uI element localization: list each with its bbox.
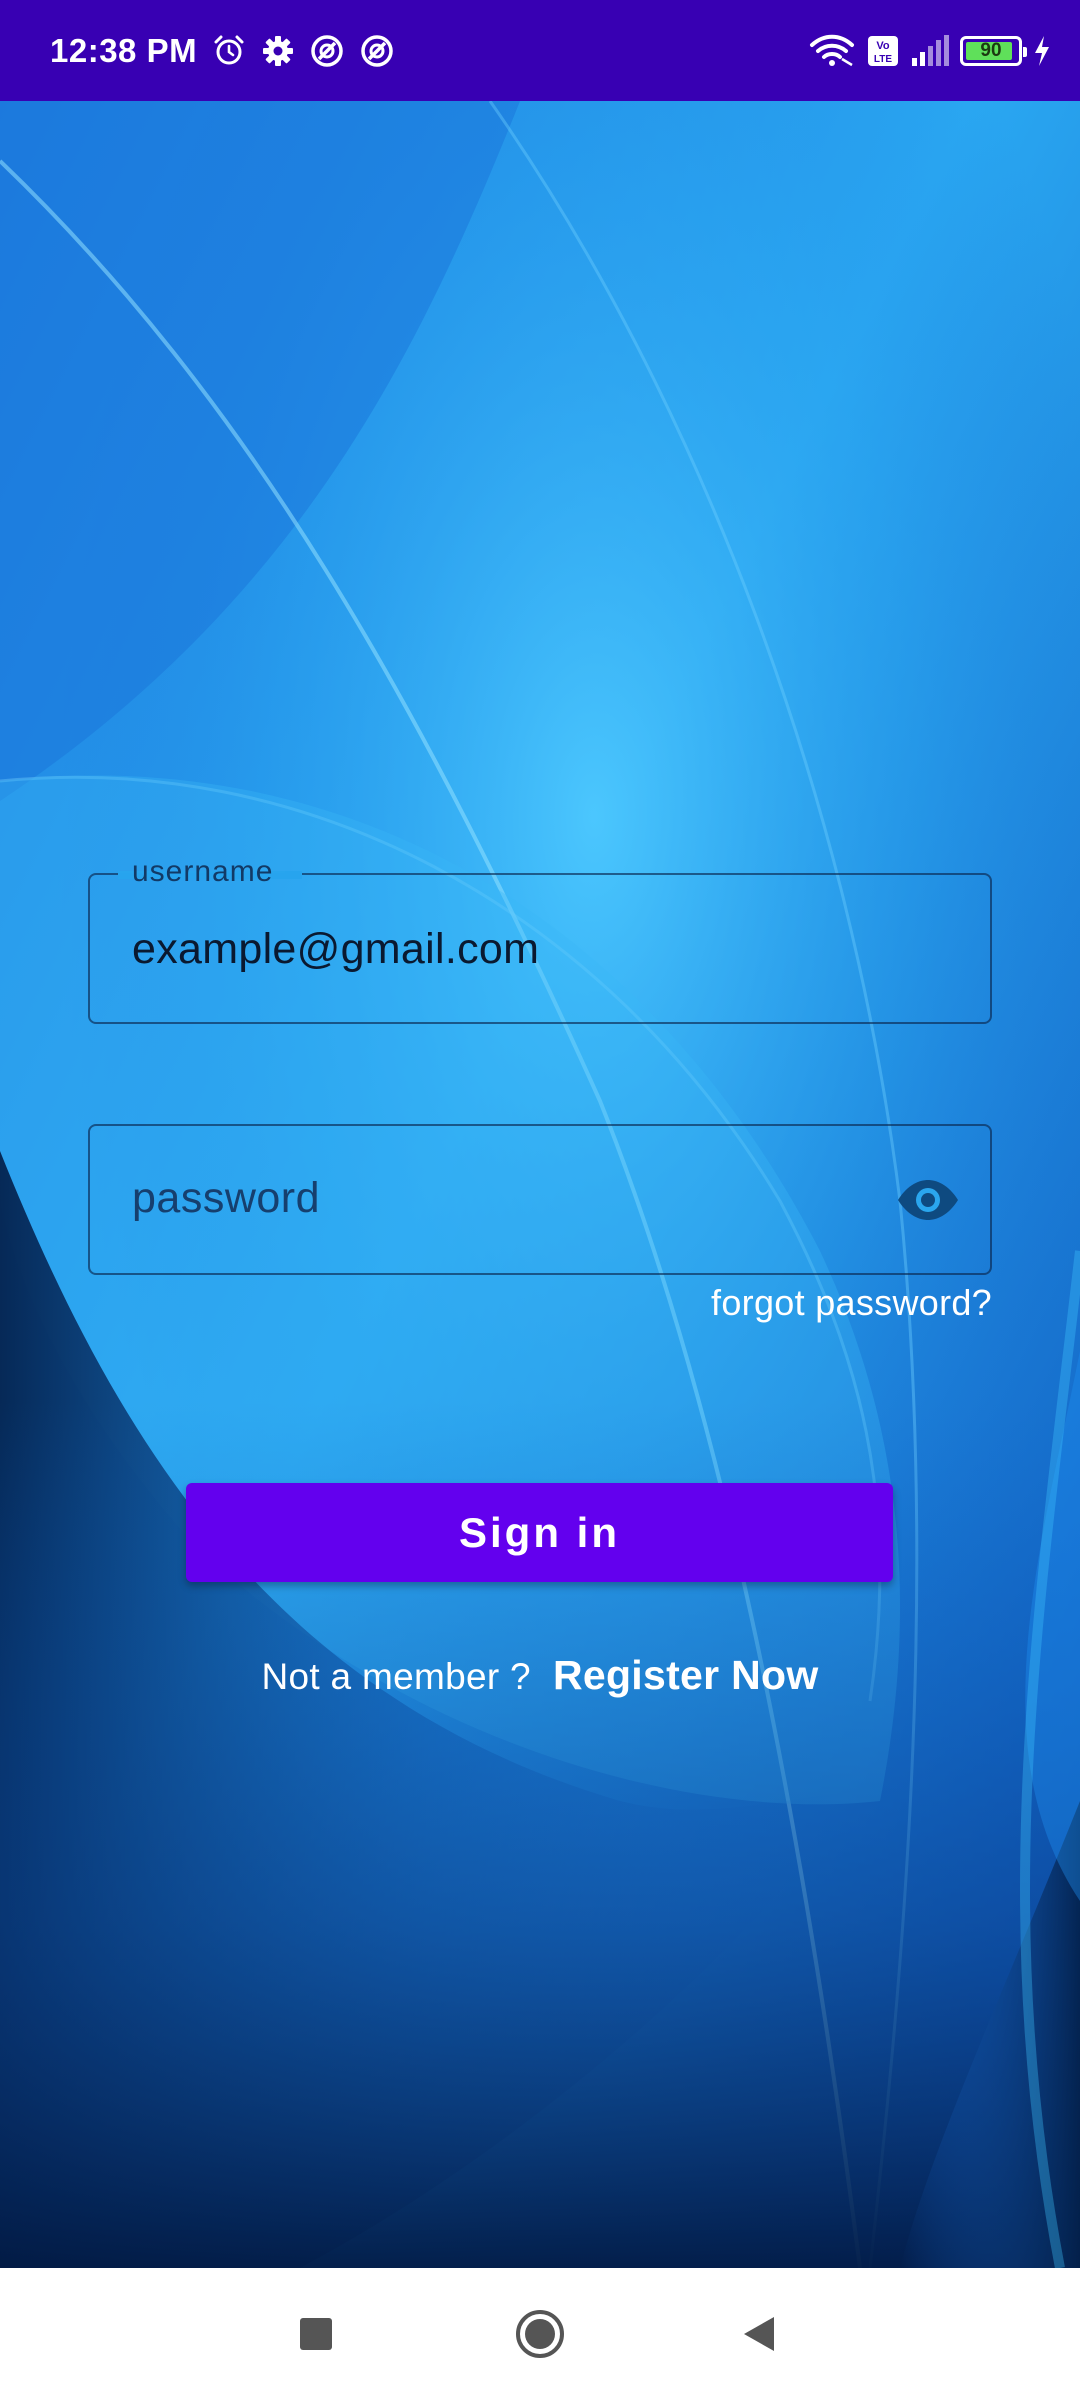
svg-text:LTE: LTE [874, 54, 892, 65]
back-icon[interactable] [690, 2268, 830, 2400]
status-bar: 12:38 PM Vo LTE 90 [0, 0, 1080, 101]
forgot-password-link[interactable]: forgot password? [711, 1282, 992, 1324]
password-input[interactable]: password [132, 1174, 320, 1223]
username-input[interactable]: example@gmail.com [132, 925, 539, 974]
navigation-bar [0, 2268, 1080, 2400]
charging-icon [1032, 34, 1052, 68]
login-screen: 12:38 PM Vo LTE 90 username example@gmai… [0, 0, 1080, 2400]
status-right-icons: Vo LTE 90 [808, 33, 1052, 69]
register-row: Not a member ? Register Now [0, 1652, 1080, 1699]
sign-in-button[interactable]: Sign in [186, 1483, 893, 1582]
wifi-icon [808, 33, 856, 69]
settings-icon [261, 34, 295, 68]
volte-icon: Vo LTE [866, 34, 900, 68]
username-field[interactable]: username example@gmail.com [88, 855, 992, 1024]
recents-icon[interactable] [246, 2268, 386, 2400]
password-field[interactable]: password [88, 1124, 992, 1275]
battery-cap [1023, 46, 1027, 57]
status-left-icons [211, 33, 395, 69]
battery-level: 90 [980, 39, 1002, 61]
eye-icon[interactable] [896, 1172, 960, 1228]
vpn-icon [309, 33, 345, 69]
svg-text:Vo: Vo [876, 40, 890, 52]
vpn-icon [359, 33, 395, 69]
battery-icon: 90 [960, 35, 1027, 66]
alarm-icon [211, 33, 247, 69]
home-icon[interactable] [470, 2268, 610, 2400]
register-now-link[interactable]: Register Now [553, 1652, 819, 1699]
username-label: username [120, 855, 286, 889]
not-member-text: Not a member ? [261, 1656, 531, 1697]
signal-icon [910, 34, 950, 68]
status-time: 12:38 PM [50, 31, 198, 69]
